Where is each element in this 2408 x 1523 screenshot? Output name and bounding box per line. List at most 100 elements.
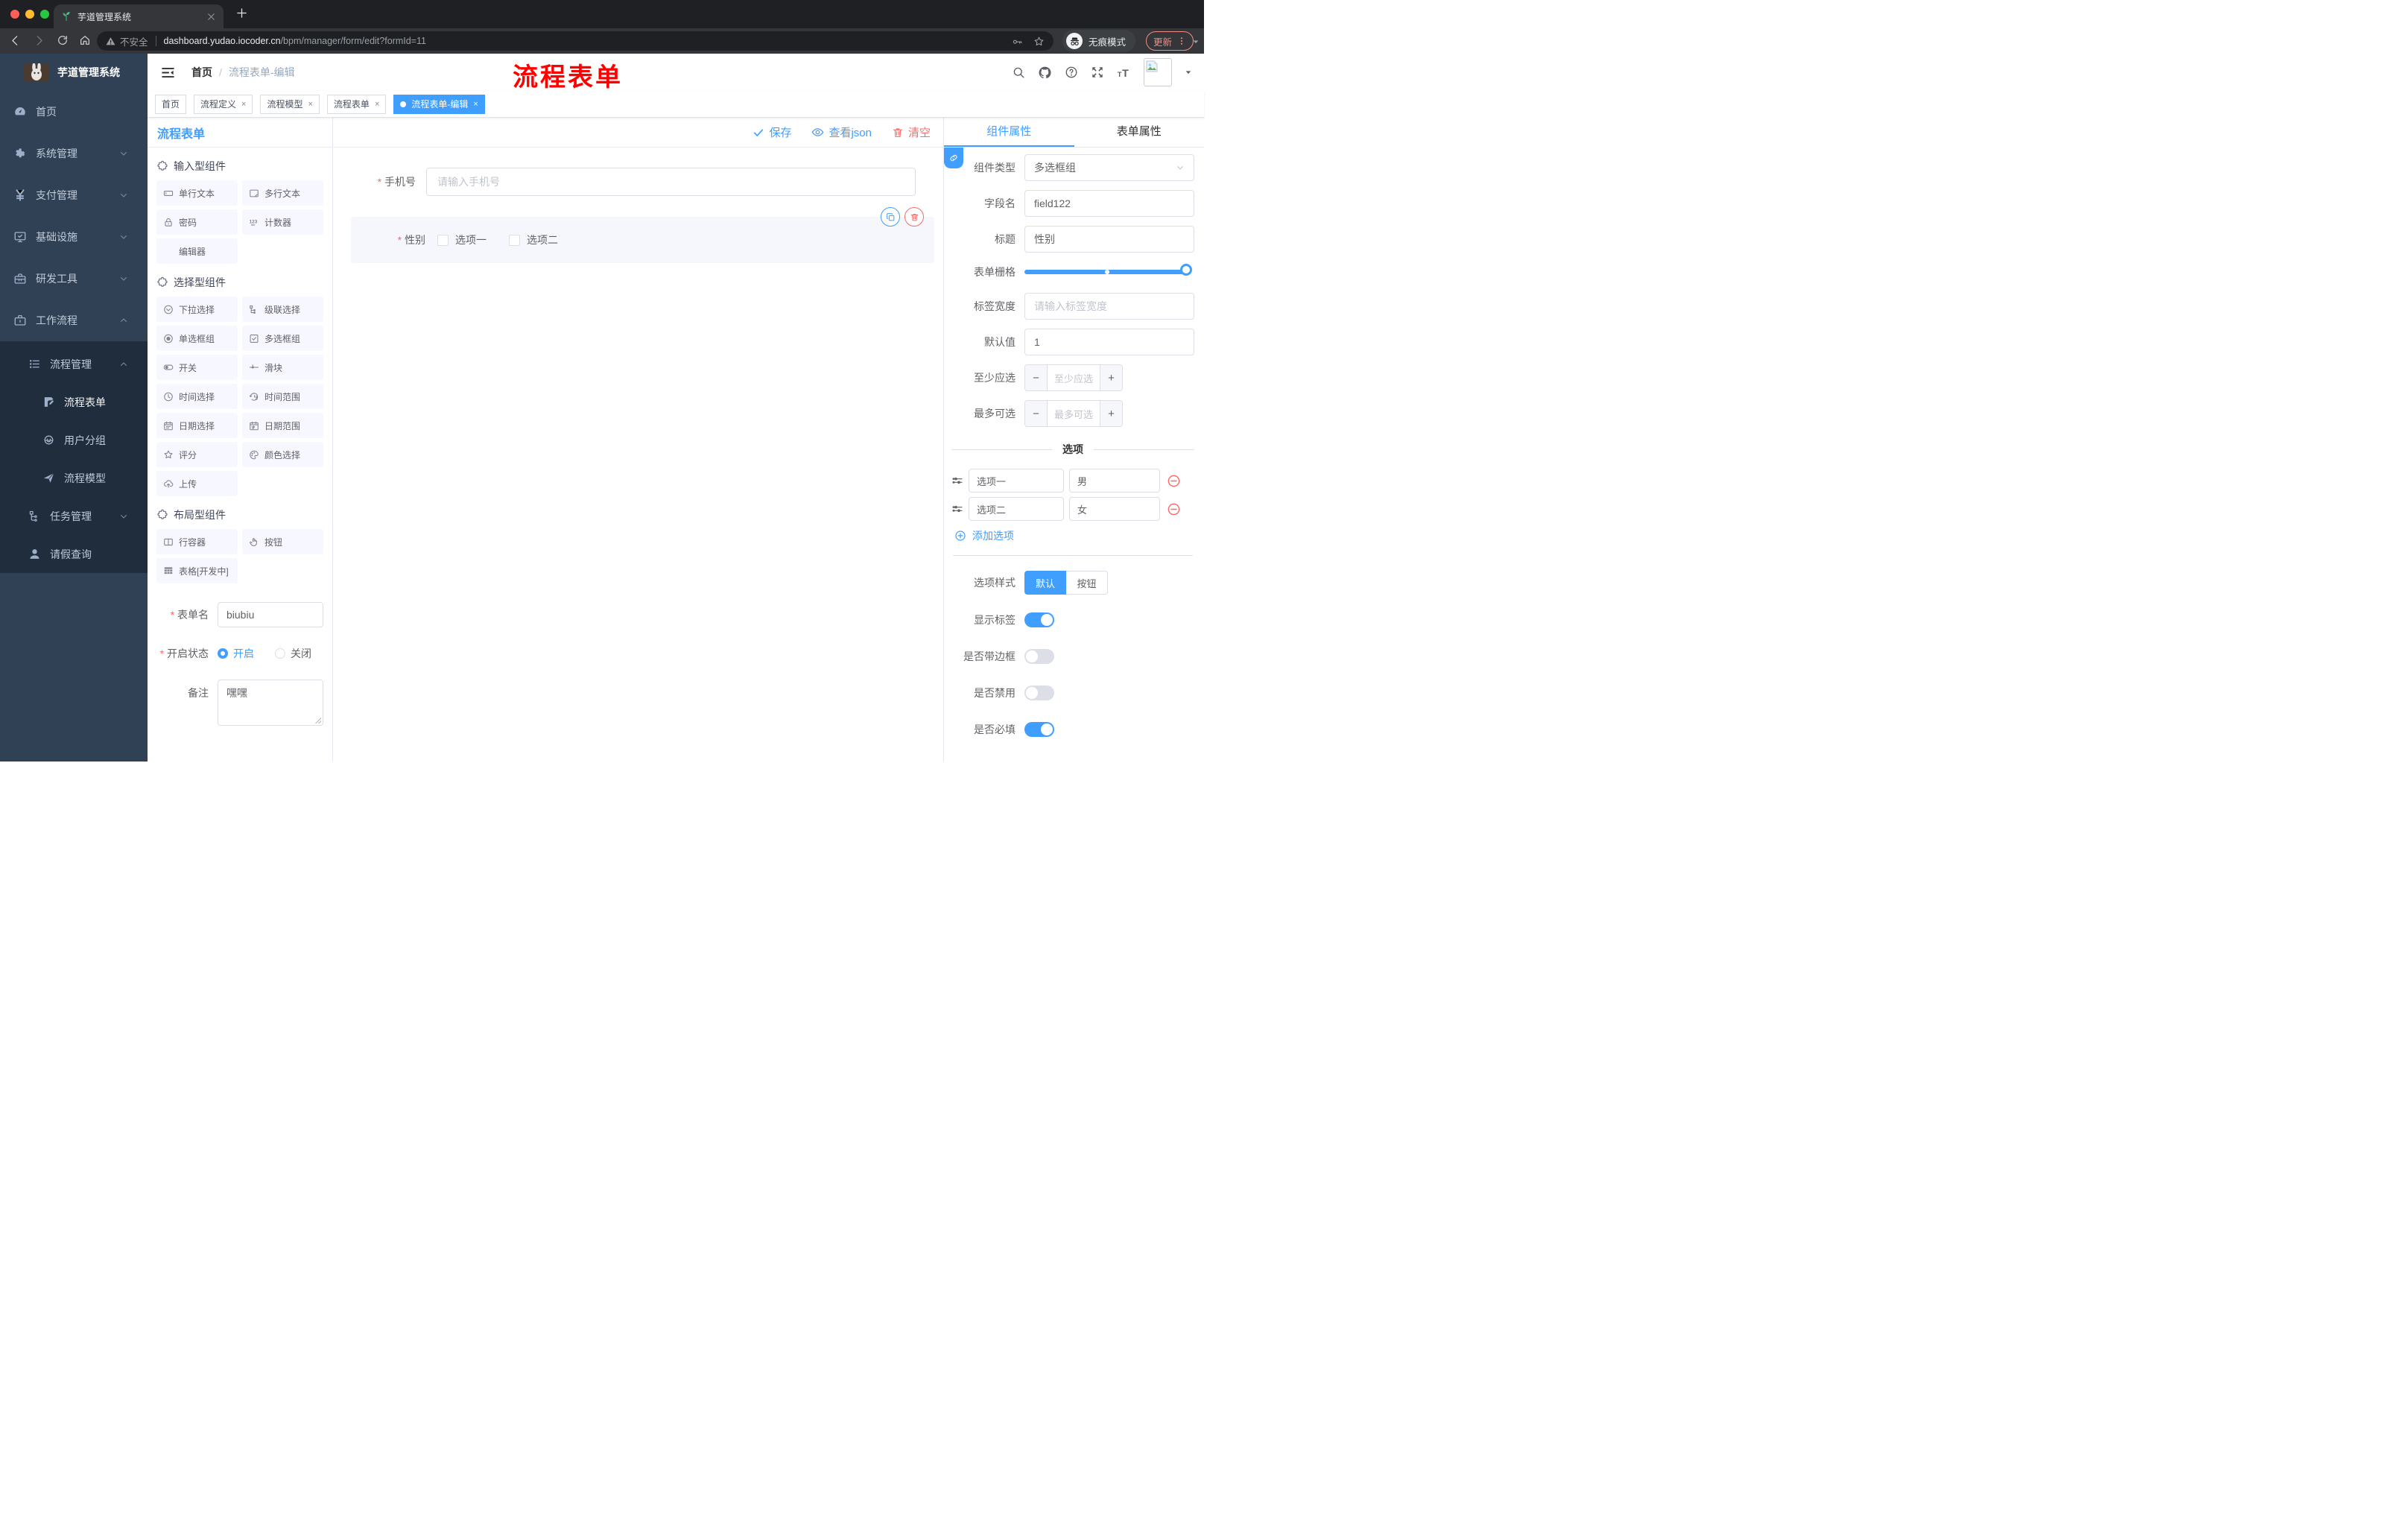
component-item[interactable]: 密码 <box>156 209 238 235</box>
sidebar-item-0[interactable]: 首页 <box>0 91 148 133</box>
forward-icon[interactable] <box>33 34 45 47</box>
bookmark-star-icon[interactable] <box>1033 36 1045 47</box>
toggle-switch[interactable] <box>1024 685 1054 700</box>
clear-button[interactable]: 清空 <box>892 124 931 140</box>
browser-update-button[interactable]: 更新 <box>1146 31 1194 51</box>
gender-checkbox-1[interactable]: 选项二 <box>509 232 558 247</box>
github-icon[interactable] <box>1038 66 1052 80</box>
sidebar-subitem-5[interactable]: 请假查询 <box>0 535 148 573</box>
search-icon[interactable] <box>1012 66 1025 79</box>
component-item[interactable]: 上传 <box>156 471 238 496</box>
reload-icon[interactable] <box>57 34 69 46</box>
component-item[interactable]: 单行文本 <box>156 180 238 206</box>
drag-handle-icon[interactable] <box>951 503 963 515</box>
add-option-button[interactable]: 添加选项 <box>954 528 1194 543</box>
tag-2[interactable]: 流程模型 × <box>260 94 320 114</box>
browser-tab[interactable]: 芋道管理系统 <box>54 4 224 28</box>
sidebar-item-1[interactable]: 系统管理 <box>0 133 148 174</box>
sidebar-subitem-3[interactable]: 流程模型 <box>0 459 148 497</box>
minimize-window-button[interactable] <box>25 10 34 19</box>
close-tag-icon[interactable]: × <box>375 100 379 109</box>
sidebar-item-4[interactable]: 研发工具 <box>0 258 148 300</box>
option-label-input[interactable]: 选项二 <box>969 497 1064 521</box>
component-item[interactable]: 颜色选择 <box>242 442 323 467</box>
tag-0[interactable]: 首页 <box>155 94 187 114</box>
close-tag-icon[interactable]: × <box>473 100 478 109</box>
max-select-stepper[interactable]: − 最多可选 + <box>1024 400 1123 427</box>
component-item[interactable]: 多选框组 <box>242 326 323 351</box>
component-type-select[interactable]: 多选框组 <box>1024 154 1194 181</box>
component-item[interactable]: 下拉选择 <box>156 297 238 322</box>
new-tab-button[interactable] <box>235 7 248 19</box>
back-icon[interactable] <box>9 34 22 47</box>
option-style-0[interactable]: 默认 <box>1024 571 1066 595</box>
tag-3[interactable]: 流程表单 × <box>326 94 387 114</box>
phone-field-input[interactable]: 请输入手机号 <box>426 168 916 196</box>
window-controls[interactable] <box>10 10 49 19</box>
fullscreen-icon[interactable] <box>1091 66 1104 79</box>
save-button[interactable]: 保存 <box>752 124 791 140</box>
component-item[interactable]: 单选框组 <box>156 326 238 351</box>
sidebar-item-2[interactable]: 支付管理 <box>0 174 148 216</box>
component-item[interactable]: 日期范围 <box>242 413 323 438</box>
view-json-button[interactable]: 查看json <box>811 124 872 140</box>
form-grid-slider[interactable] <box>1024 264 1192 276</box>
breadcrumb-home[interactable]: 首页 <box>191 65 212 80</box>
title-input[interactable]: 性别 <box>1024 226 1194 253</box>
sidebar-item-5[interactable]: 工作流程 <box>0 300 148 341</box>
checkbox-box[interactable] <box>437 234 449 246</box>
sidebar-collapse-icon[interactable] <box>161 66 175 80</box>
remove-option-button[interactable] <box>1167 474 1181 488</box>
plus-button[interactable]: + <box>1100 365 1122 390</box>
checkbox-box[interactable] <box>509 234 520 246</box>
option-label-input[interactable]: 选项一 <box>969 469 1064 493</box>
password-key-icon[interactable] <box>1012 36 1023 47</box>
font-size-icon[interactable]: TT <box>1117 66 1131 80</box>
sidebar-subitem-2[interactable]: 用户分组 <box>0 421 148 459</box>
close-window-button[interactable] <box>10 10 19 19</box>
default-value-input[interactable]: 1 <box>1024 329 1194 355</box>
status-radio-0[interactable]: 开启 <box>218 646 254 661</box>
sidebar-subitem-0[interactable]: 流程管理 <box>0 345 148 383</box>
toggle-switch[interactable] <box>1024 722 1054 737</box>
sidebar-subitem-4[interactable]: 任务管理 <box>0 497 148 535</box>
browser-profile-caret-icon[interactable] <box>1192 38 1200 45</box>
component-item[interactable]: 日期选择 <box>156 413 238 438</box>
avatar-caret-icon[interactable] <box>1185 69 1192 76</box>
avatar[interactable] <box>1144 58 1172 86</box>
close-tab-icon[interactable] <box>206 12 216 22</box>
component-item[interactable]: 多行文本 <box>242 180 323 206</box>
maximize-window-button[interactable] <box>40 10 49 19</box>
minus-button[interactable]: − <box>1025 401 1048 426</box>
component-item[interactable]: 编辑器 <box>156 238 238 264</box>
component-item[interactable]: 时间选择 <box>156 384 238 409</box>
copy-field-button[interactable] <box>881 207 900 227</box>
plus-button[interactable]: + <box>1100 401 1122 426</box>
option-style-1[interactable]: 按钮 <box>1066 571 1108 595</box>
component-item[interactable]: 行容器 <box>156 529 238 554</box>
remove-option-button[interactable] <box>1167 502 1181 516</box>
home-icon[interactable] <box>79 34 91 46</box>
component-item[interactable]: 按钮 <box>242 529 323 554</box>
drag-link-handle[interactable] <box>944 148 963 168</box>
form-remark-textarea[interactable]: 嘿嘿 <box>218 680 323 726</box>
delete-field-button[interactable] <box>904 207 924 227</box>
component-item[interactable]: 开关 <box>156 355 238 380</box>
component-item[interactable]: 级联选择 <box>242 297 323 322</box>
phone-field[interactable]: 手机号 请输入手机号 <box>356 168 916 196</box>
min-select-stepper[interactable]: − 至少应选 + <box>1024 364 1123 391</box>
toggle-switch[interactable] <box>1024 612 1054 627</box>
field-name-input[interactable]: field122 <box>1024 190 1194 217</box>
component-item[interactable]: 评分 <box>156 442 238 467</box>
address-bar[interactable]: 不安全 dashboard.yudao.iocoder.cn /bpm/mana… <box>97 31 1054 51</box>
close-tag-icon[interactable]: × <box>241 100 246 109</box>
close-tag-icon[interactable]: × <box>308 100 312 109</box>
slider-handle[interactable] <box>1180 264 1192 276</box>
minus-button[interactable]: − <box>1025 365 1048 390</box>
gender-checkbox-0[interactable]: 选项一 <box>437 232 487 247</box>
sidebar-subitem-1[interactable]: 流程表单 <box>0 383 148 421</box>
tag-1[interactable]: 流程定义 × <box>194 94 253 114</box>
component-item[interactable]: 时间范围 <box>242 384 323 409</box>
sidebar-item-3[interactable]: 基础设施 <box>0 216 148 258</box>
component-item[interactable]: 表格[开发中] <box>156 558 238 583</box>
